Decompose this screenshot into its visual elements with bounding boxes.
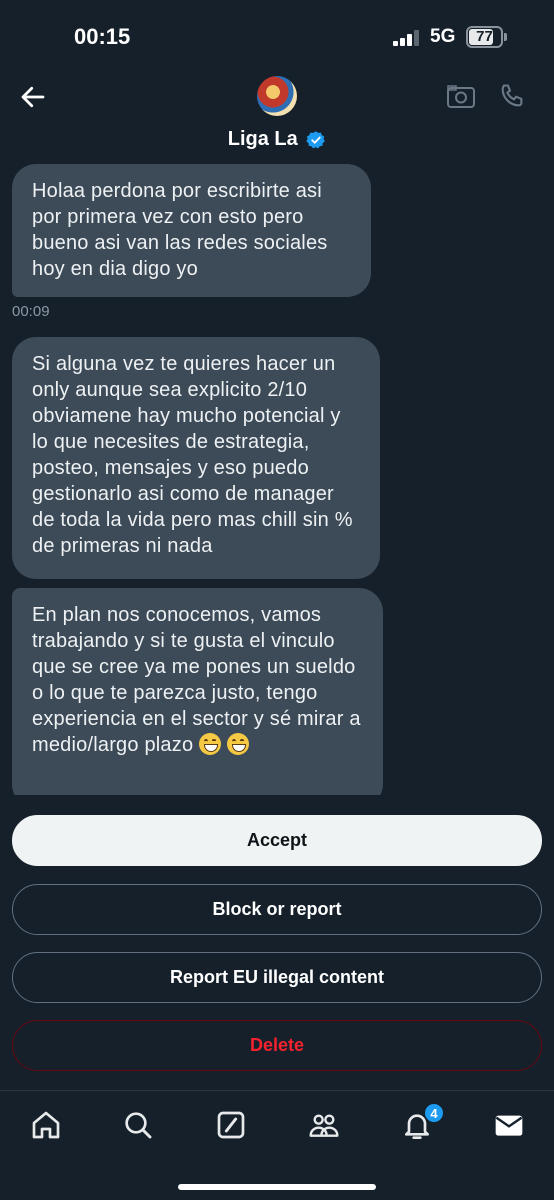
battery-level: 77: [476, 28, 493, 45]
video-call-icon[interactable]: [446, 84, 476, 110]
home-indicator: [178, 1184, 376, 1190]
status-time: 00:15: [74, 24, 131, 49]
message-text: En plan nos conocemos, vamos trabajando …: [32, 604, 361, 756]
search-icon[interactable]: [122, 1109, 154, 1141]
status-bar: 00:15 5G 77: [0, 0, 554, 70]
home-icon[interactable]: [30, 1109, 62, 1141]
messages-icon[interactable]: [493, 1109, 525, 1141]
grinning-face-emoji-icon: [199, 733, 222, 755]
contact-name: Liga La: [227, 128, 298, 150]
message-bubble[interactable]: Holaa perdona por escribirte asi por pri…: [12, 164, 371, 297]
accept-button[interactable]: Accept: [12, 815, 542, 866]
battery-icon: 77: [466, 26, 503, 48]
grok-icon[interactable]: [215, 1109, 247, 1141]
contact-name-row[interactable]: Liga La: [0, 128, 554, 151]
grinning-face-emoji-icon: [226, 733, 249, 755]
notifications-badge: 4: [424, 1103, 444, 1123]
communities-icon[interactable]: [308, 1109, 340, 1141]
block-or-report-button[interactable]: Block or report: [12, 884, 542, 935]
report-eu-illegal-content-button[interactable]: Report EU illegal content: [12, 952, 542, 1003]
message-list[interactable]: Holaa perdona por escribirte asi por pri…: [0, 160, 554, 795]
delete-button[interactable]: Delete: [12, 1020, 542, 1071]
signal-icon: [393, 30, 423, 46]
battery-tip: [504, 33, 507, 41]
conversation-header: Liga La: [0, 70, 554, 160]
message-bubble[interactable]: En plan nos conocemos, vamos trabajando …: [12, 588, 383, 795]
message-text: Holaa perdona por escribirte asi por pri…: [32, 180, 328, 280]
network-type: 5G: [430, 26, 456, 47]
phone-call-icon[interactable]: [498, 82, 526, 110]
back-arrow-icon[interactable]: [18, 82, 48, 112]
avatar[interactable]: [257, 76, 297, 116]
message-text: Si alguna vez te quieres hacer un only a…: [32, 353, 353, 557]
message-bubble[interactable]: Si alguna vez te quieres hacer un only a…: [12, 337, 380, 579]
message-timestamp: 00:09: [12, 303, 50, 320]
verified-badge-icon: [306, 130, 326, 148]
